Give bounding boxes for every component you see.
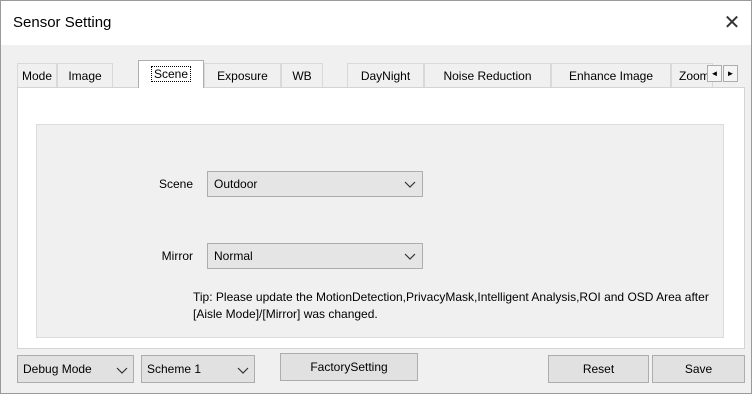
tab-label: Image <box>68 69 102 83</box>
arrow-right-icon: ► <box>726 69 735 78</box>
debug-mode-dropdown[interactable]: Debug Mode <box>17 355 134 383</box>
tab-label: Zoom <box>679 69 710 83</box>
chevron-down-icon <box>116 358 128 382</box>
tab-image[interactable]: Image <box>57 63 113 87</box>
scene-dropdown[interactable]: Outdoor <box>207 171 423 197</box>
tab-scroll-left-button[interactable]: ◄ <box>707 65 722 82</box>
scheme-value: Scheme 1 <box>147 362 202 376</box>
mirror-value: Normal <box>214 249 253 263</box>
tab-scroll-right-button[interactable]: ► <box>723 65 738 82</box>
tab-strip: Mode Image Scene Exposure WB DayNight No… <box>17 60 751 88</box>
scheme-dropdown[interactable]: Scheme 1 <box>141 355 255 383</box>
chevron-down-icon <box>404 253 416 260</box>
chevron-down-icon <box>404 181 416 188</box>
tab-noise-reduction[interactable]: Noise Reduction <box>424 63 551 87</box>
tab-scene[interactable]: Scene <box>138 60 204 88</box>
debug-mode-value: Debug Mode <box>23 362 92 376</box>
tab-label: Noise Reduction <box>443 69 532 83</box>
reset-button[interactable]: Reset <box>548 355 649 383</box>
chevron-down-icon <box>237 358 249 382</box>
tab-enhance-image[interactable]: Enhance Image <box>551 63 671 87</box>
factory-setting-button[interactable]: FactorySetting <box>280 353 418 381</box>
mirror-label: Mirror <box>161 249 193 263</box>
tab-mode[interactable]: Mode <box>17 63 57 87</box>
close-icon: ✕ <box>723 12 741 34</box>
tab-wb[interactable]: WB <box>281 63 323 87</box>
tab-daynight[interactable]: DayNight <box>347 63 424 87</box>
tab-label: Exposure <box>217 69 268 83</box>
tab-label: DayNight <box>360 69 411 83</box>
tip-text: Tip: Please update the MotionDetection,P… <box>193 290 709 321</box>
tab-label: Scene <box>150 66 192 82</box>
tab-label: Enhance Image <box>568 69 654 83</box>
tab-label: Mode <box>21 69 53 83</box>
sensor-setting-dialog: Sensor Setting ✕ Mode Image Scene Exposu… <box>0 0 752 394</box>
tab-exposure[interactable]: Exposure <box>204 63 281 87</box>
window-title: Sensor Setting <box>13 14 112 31</box>
save-button[interactable]: Save <box>652 355 745 383</box>
scene-label: Scene <box>158 177 193 191</box>
arrow-left-icon: ◄ <box>710 69 719 78</box>
title-bar: Sensor Setting ✕ <box>1 1 751 45</box>
tab-label: WB <box>292 69 312 83</box>
close-button[interactable]: ✕ <box>717 9 747 37</box>
scene-value: Outdoor <box>214 177 258 191</box>
mirror-dropdown[interactable]: Normal <box>207 243 423 269</box>
